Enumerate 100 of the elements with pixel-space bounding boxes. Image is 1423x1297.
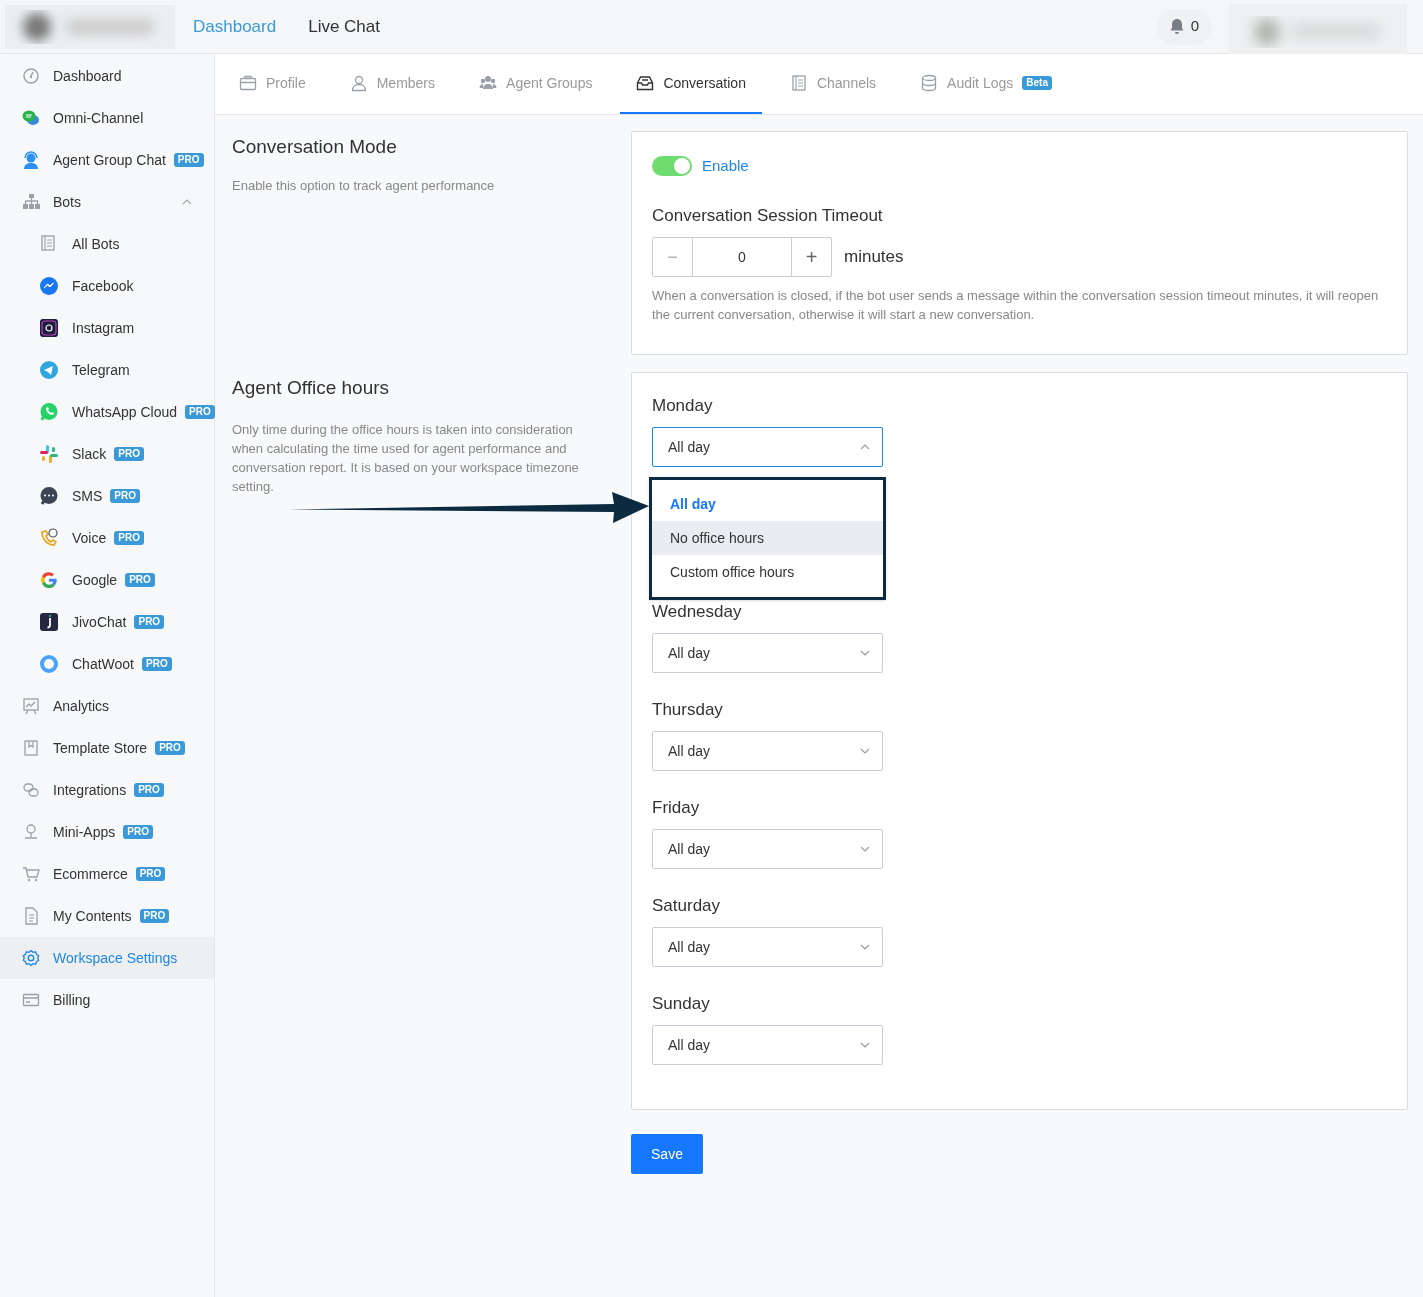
dark-square-icon — [39, 612, 59, 632]
chevron-down-icon — [860, 650, 870, 656]
chevron-down-icon — [860, 1042, 870, 1048]
chevron-up-icon — [860, 444, 870, 450]
sidebar-item[interactable]: Template Store PRO — [0, 727, 214, 769]
cart-icon — [22, 865, 40, 883]
pro-badge: PRO — [123, 825, 153, 839]
sidebar-item[interactable]: Instagram — [0, 307, 214, 349]
pro-badge: PRO — [155, 741, 185, 755]
sidebar-item[interactable]: Integrations PRO — [0, 769, 214, 811]
section-title: Agent Office hours — [232, 376, 391, 400]
day-label: Thursday — [652, 699, 724, 721]
dropdown-option[interactable]: Custom office hours — [652, 555, 883, 589]
pro-badge: PRO — [134, 783, 164, 797]
pro-badge: PRO — [125, 573, 155, 587]
sidebar-item[interactable]: Voice PRO — [0, 517, 214, 559]
pro-badge: PRO — [173, 153, 204, 167]
briefcase-icon — [239, 74, 257, 92]
hash-pinwheel-icon — [39, 444, 59, 464]
user-icon — [349, 74, 368, 92]
dropdown-option[interactable]: All day — [652, 487, 883, 521]
day-select[interactable]: All day — [652, 927, 883, 967]
day-label: Monday — [652, 395, 714, 417]
sidebar-item[interactable]: Analytics — [0, 685, 214, 727]
beta-badge: Beta — [1022, 76, 1052, 90]
list-document-icon — [789, 74, 808, 92]
day-select[interactable]: All day — [652, 829, 883, 869]
pro-badge: PRO — [114, 531, 144, 545]
sidebar-item[interactable]: Billing — [0, 979, 214, 1021]
stamp-icon — [22, 823, 40, 841]
sidebar-item[interactable]: Mini-Apps PRO — [0, 811, 214, 853]
sidebar-item[interactable]: Slack PRO — [0, 433, 214, 475]
help-text: When a conversation is closed, if the bot user sends a message within the conversation session timeout minutes, it will reopen the current conversation, otherwise it will start a new conversation. — [652, 287, 1380, 324]
document-icon — [22, 907, 40, 925]
day-label: Sunday — [652, 993, 711, 1015]
bell-icon — [1168, 18, 1185, 35]
day-label: Saturday — [652, 895, 722, 917]
sidebar-item[interactable]: Omni-Channel — [0, 97, 214, 139]
sidebar-item[interactable]: WhatsApp Cloud PRO — [0, 391, 214, 433]
phone-bubble-icon — [39, 402, 59, 422]
number-stepper[interactable]: − 0 + — [652, 237, 832, 277]
notification-count: 0 — [1190, 16, 1199, 37]
inbox-icon — [636, 74, 655, 92]
pro-badge: PRO — [139, 909, 170, 923]
day-select[interactable]: All day — [652, 427, 883, 467]
chart-board-icon — [22, 697, 40, 715]
sidebar-item[interactable]: JivoChat PRO — [0, 601, 214, 643]
save-button[interactable]: Save — [631, 1134, 703, 1174]
sidebar-item[interactable]: Dashboard — [0, 55, 214, 97]
section-description: Only time during the office hours is taken into consideration when calculating the time used for agent performance and conversation report. It is based on your workspace timezone setting. — [232, 420, 580, 496]
chevron-down-icon — [860, 944, 870, 950]
credit-card-icon — [22, 991, 40, 1009]
sidebar-item[interactable]: Ecommerce PRO — [0, 853, 214, 895]
day-select[interactable]: All day — [652, 1025, 883, 1065]
toggle-label: Enable — [702, 156, 749, 176]
section-description: Enable this option to track agent performance — [232, 176, 496, 195]
notification-button[interactable]: 0 — [1156, 8, 1211, 45]
sidebar-item[interactable]: ChatWoot PRO — [0, 643, 214, 685]
sitemap-icon — [22, 193, 40, 211]
chevron-down-icon — [860, 748, 870, 754]
sidebar-item[interactable]: SMS PRO — [0, 475, 214, 517]
sidebar-item[interactable]: My Contents PRO — [0, 895, 214, 937]
day-select[interactable]: All day — [652, 731, 883, 771]
chevron-down-icon — [860, 846, 870, 852]
sidebar-item[interactable]: Bots — [0, 181, 214, 223]
settings-icon — [22, 949, 40, 967]
field-label: Conversation Session Timeout — [652, 204, 884, 227]
book-icon — [22, 739, 40, 757]
messenger-icon — [39, 276, 59, 296]
sidebar-item[interactable]: Telegram — [0, 349, 214, 391]
tab[interactable]: Conversation — [620, 54, 762, 114]
paper-plane-icon — [39, 360, 59, 380]
headset-user-icon — [22, 151, 40, 169]
pro-badge: PRO — [114, 447, 144, 461]
day-select[interactable]: All day — [652, 633, 883, 673]
pro-badge: PRO — [134, 615, 165, 629]
sidebar-item[interactable]: Agent Group Chat PRO — [0, 139, 214, 181]
database-icon — [920, 74, 939, 92]
section-title: Conversation Mode — [232, 135, 398, 159]
pro-badge: PRO — [110, 489, 140, 503]
phone-icon — [39, 528, 59, 548]
pro-badge: PRO — [135, 867, 166, 881]
dropdown-option[interactable]: No office hours — [652, 521, 883, 555]
linked-rings-icon — [22, 781, 40, 799]
g-letter-mark-icon — [39, 570, 59, 590]
day-label: Wednesday — [652, 601, 743, 623]
increment-button[interactable]: + — [791, 238, 831, 276]
speech-bubble-icon — [39, 486, 59, 506]
timeout-input[interactable]: 0 — [693, 238, 791, 276]
sidebar-item[interactable]: All Bots — [0, 223, 214, 265]
nav-link[interactable]: Live Chat — [308, 13, 380, 40]
unit-label: minutes — [844, 246, 904, 269]
pro-badge: PRO — [185, 405, 215, 419]
gauge-icon — [22, 67, 40, 85]
users-icon — [479, 74, 498, 92]
sidebar-item[interactable]: Google PRO — [0, 559, 214, 601]
sidebar-item[interactable]: Facebook — [0, 265, 214, 307]
enable-toggle[interactable] — [652, 156, 692, 177]
chat-bubbles-icon — [22, 109, 40, 127]
camera-square-icon — [39, 318, 59, 338]
